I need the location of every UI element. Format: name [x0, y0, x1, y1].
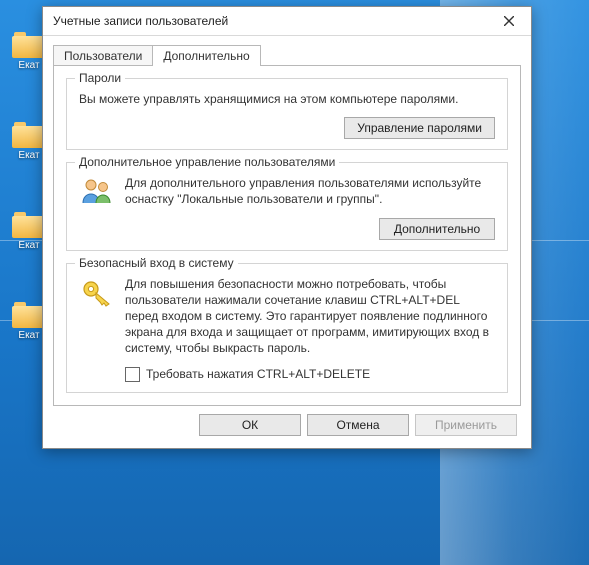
- titlebar[interactable]: Учетные записи пользователей: [43, 7, 531, 36]
- folder-icon: [12, 122, 46, 148]
- folder-icon: [12, 32, 46, 58]
- tab-advanced[interactable]: Дополнительно: [152, 45, 260, 66]
- tab-users[interactable]: Пользователи: [53, 45, 153, 66]
- client-area: Пользователи Дополнительно Пароли Вы мож…: [43, 36, 531, 448]
- group-legend: Пароли: [75, 71, 125, 85]
- manage-passwords-button[interactable]: Управление паролями: [344, 117, 495, 139]
- folder-icon: [12, 302, 46, 328]
- group-secure-logon: Безопасный вход в систему Для повышения …: [66, 263, 508, 393]
- close-button[interactable]: [487, 7, 531, 35]
- tab-panel-advanced: Пароли Вы можете управлять хранящимися н…: [53, 65, 521, 406]
- desktop: Екат Екат Екат Екат Учетные записи польз…: [0, 0, 589, 565]
- group-legend: Дополнительное управление пользователями: [75, 155, 339, 169]
- group-passwords: Пароли Вы можете управлять хранящимися н…: [66, 78, 508, 150]
- close-icon: [504, 16, 514, 26]
- securelogon-text: Для повышения безопасности можно потребо…: [125, 276, 495, 357]
- group-legend: Безопасный вход в систему: [75, 256, 238, 270]
- users-icon: [79, 175, 115, 205]
- group-advanced-users: Дополнительное управление пользователями…: [66, 162, 508, 250]
- apply-button[interactable]: Применить: [415, 414, 517, 436]
- checkbox-icon[interactable]: [125, 367, 140, 382]
- advusers-text: Для дополнительного управления пользоват…: [125, 175, 495, 207]
- dialog-footer: ОК Отмена Применить: [53, 406, 521, 438]
- folder-icon: [12, 212, 46, 238]
- require-cad-checkbox-row[interactable]: Требовать нажатия CTRL+ALT+DELETE: [125, 367, 495, 382]
- key-icon: [79, 276, 115, 308]
- advanced-button[interactable]: Дополнительно: [379, 218, 495, 240]
- ok-button[interactable]: ОК: [199, 414, 301, 436]
- require-cad-label: Требовать нажатия CTRL+ALT+DELETE: [146, 367, 370, 381]
- tab-strip: Пользователи Дополнительно: [53, 44, 521, 66]
- cancel-button[interactable]: Отмена: [307, 414, 409, 436]
- dialog-window: Учетные записи пользователей Пользовател…: [42, 6, 532, 449]
- passwords-text: Вы можете управлять хранящимися на этом …: [79, 91, 495, 107]
- window-title: Учетные записи пользователей: [43, 14, 487, 28]
